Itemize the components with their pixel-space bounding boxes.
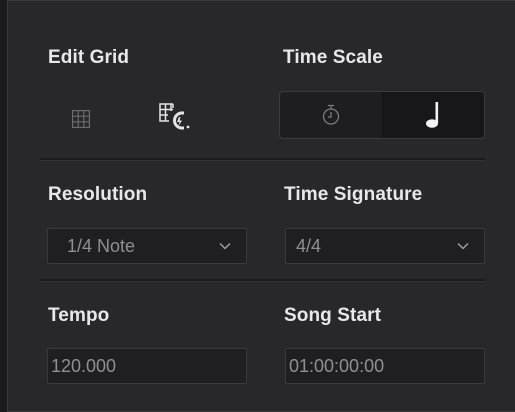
section-divider-2 (40, 279, 485, 282)
song-start-value: 01:00:00:00 (289, 355, 385, 376)
resolution-value: 1/4 Note (67, 235, 136, 256)
edit-grid-panel: Edit Grid Time Scale Resolution 1/4 Note… (7, 0, 515, 412)
time-signature-value: 4/4 (296, 235, 322, 256)
tempo-input[interactable]: 120.000 (47, 348, 247, 384)
time-signature-dropdown[interactable]: 4/4 (285, 228, 485, 264)
grid-button[interactable] (58, 96, 104, 142)
resolution-dropdown[interactable]: 1/4 Note (47, 228, 247, 264)
grid-snap-icon (159, 103, 190, 130)
song-start-input[interactable]: 01:00:00:00 (285, 348, 485, 384)
tempo-label: Tempo (48, 305, 110, 326)
chevron-down-icon (219, 242, 231, 250)
stopwatch-icon (322, 104, 339, 125)
edit-grid-label: Edit Grid (48, 47, 130, 68)
grid-snap-button[interactable] (151, 94, 197, 140)
section-divider-1 (40, 158, 485, 161)
time-scale-note-button[interactable] (382, 92, 484, 138)
time-signature-label: Time Signature (284, 184, 423, 205)
time-scale-toggle (279, 91, 485, 139)
song-start-label: Song Start (284, 305, 382, 326)
chevron-down-icon (457, 242, 469, 250)
time-scale-label: Time Scale (283, 47, 383, 68)
tempo-value: 120.000 (51, 355, 117, 376)
time-scale-timecode-button[interactable] (280, 92, 383, 138)
resolution-label: Resolution (48, 184, 148, 205)
quarter-note-icon (426, 102, 439, 128)
grid-icon (72, 110, 90, 128)
